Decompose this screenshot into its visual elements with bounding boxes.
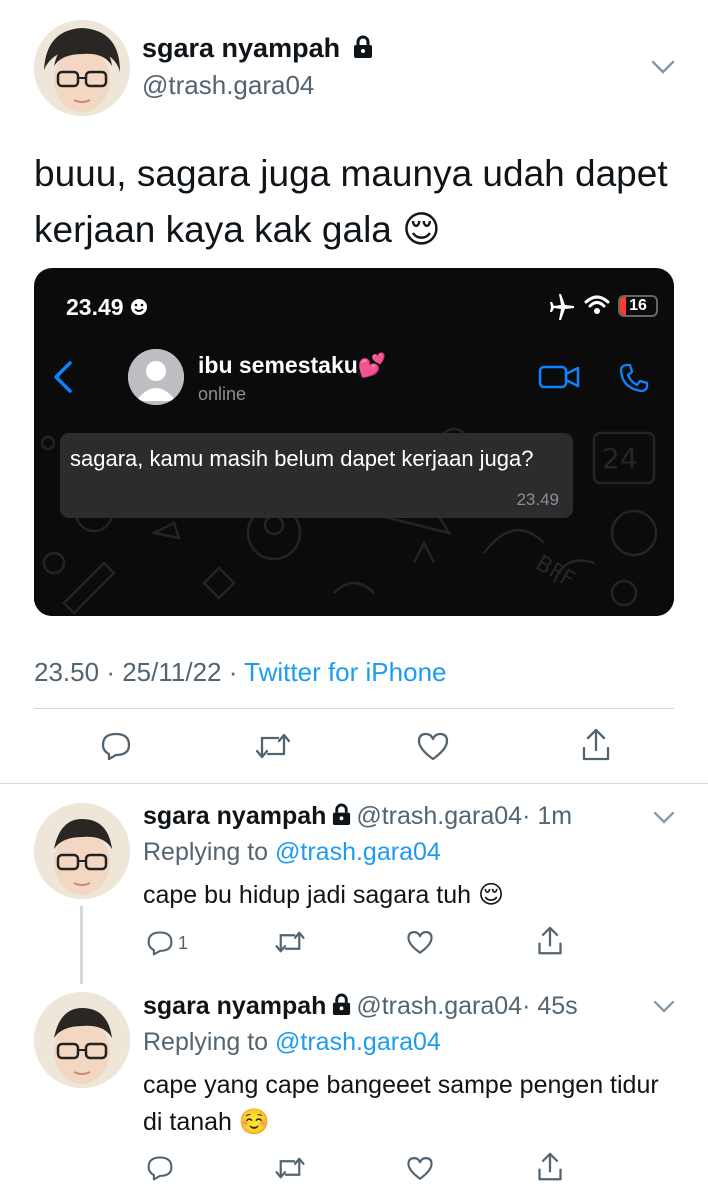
- retweet-icon[interactable]: [274, 930, 306, 954]
- message-time: 23.49: [516, 490, 559, 509]
- chevron-down-icon[interactable]: [652, 810, 676, 826]
- reply-count: 1: [178, 933, 189, 953]
- contact-status: online: [198, 384, 247, 404]
- phone-call-icon[interactable]: [618, 362, 650, 394]
- display-name[interactable]: sgara nyampah: [143, 802, 326, 830]
- lock-icon: [352, 35, 374, 59]
- avatar[interactable]: [34, 20, 130, 116]
- reply-header: sgara nyampah @trash.gara04· 45s: [143, 992, 578, 1021]
- tweet-time[interactable]: 23.50: [34, 657, 99, 687]
- like-heart-icon[interactable]: [406, 929, 434, 955]
- retweet-icon[interactable]: [274, 1156, 306, 1180]
- tweet-source-link[interactable]: Twitter for iPhone: [244, 657, 446, 687]
- back-chevron-icon[interactable]: [52, 360, 74, 394]
- tweet-date[interactable]: 25/11/22: [122, 657, 221, 687]
- share-icon[interactable]: [536, 926, 564, 956]
- replying-to-link[interactable]: @trash.gara04: [275, 838, 441, 866]
- reply-icon[interactable]: [146, 1154, 174, 1182]
- message-text: sagara, kamu masih belum dapet kerjaan j…: [70, 446, 534, 471]
- replying-to-link[interactable]: @trash.gara04: [275, 1028, 441, 1056]
- relieved-face-emoji: 😌: [402, 209, 441, 250]
- relieved-face-emoji: 😌: [477, 881, 505, 909]
- retweet-icon[interactable]: [254, 732, 292, 760]
- lock-icon: [331, 993, 352, 1016]
- avatar[interactable]: [34, 992, 130, 1088]
- lock-icon: [331, 803, 352, 826]
- user-handle[interactable]: @trash.gara04: [356, 802, 522, 830]
- display-name[interactable]: sgara nyampah: [142, 33, 374, 64]
- smiley-icon: [130, 298, 148, 316]
- reply-time[interactable]: · 45s: [522, 992, 578, 1020]
- reply-time[interactable]: · 1m: [522, 802, 572, 830]
- pattern-text-24: 24: [602, 442, 638, 475]
- video-call-icon[interactable]: [538, 363, 580, 391]
- smiling-face-emoji: ☺️: [238, 1108, 271, 1136]
- like-heart-icon[interactable]: [406, 1155, 434, 1181]
- thread-connector-line: [80, 906, 83, 984]
- status-bar-time: 23.49: [66, 294, 148, 321]
- tweet-meta: 23.50 · 25/11/22 · Twitter for iPhone: [34, 657, 447, 687]
- user-handle[interactable]: @trash.gara04: [356, 992, 522, 1020]
- reply-header: sgara nyampah @trash.gara04· 1m: [143, 802, 572, 831]
- display-name[interactable]: sgara nyampah: [143, 992, 326, 1020]
- replying-to: Replying to @trash.gara04: [143, 1028, 441, 1056]
- message-bubble[interactable]: sagara, kamu masih belum dapet kerjaan j…: [60, 433, 573, 518]
- chevron-down-icon[interactable]: [650, 58, 676, 76]
- share-icon[interactable]: [580, 728, 612, 762]
- divider: [0, 783, 708, 784]
- reply-text: cape yang cape bangeeet sampe pengen tid…: [143, 1071, 659, 1136]
- tweet-text: buuu, sagara juga maunya udah dapet kerj…: [34, 153, 668, 250]
- chevron-down-icon[interactable]: [652, 999, 676, 1015]
- reply-icon[interactable]: [100, 730, 132, 762]
- reply-icon[interactable]: [146, 929, 174, 957]
- contact-name[interactable]: ibu semestaku💕: [198, 352, 386, 379]
- battery-indicator: 16: [618, 295, 658, 317]
- share-icon[interactable]: [536, 1152, 564, 1182]
- avatar[interactable]: [34, 803, 130, 899]
- replying-to: Replying to @trash.gara04: [143, 838, 441, 866]
- wifi-icon: [584, 294, 610, 316]
- like-heart-icon[interactable]: [416, 731, 450, 761]
- attached-image[interactable]: 24 BFF 23.49 16 ibu semestaku💕 online sa…: [34, 268, 674, 616]
- two-hearts-emoji: 💕: [357, 352, 387, 378]
- airplane-icon: [548, 294, 576, 320]
- reply-text: cape bu hidup jadi sagara tuh 😌: [143, 881, 505, 909]
- divider: [34, 708, 674, 709]
- contact-avatar[interactable]: [128, 349, 184, 405]
- user-handle[interactable]: @trash.gara04: [142, 70, 314, 101]
